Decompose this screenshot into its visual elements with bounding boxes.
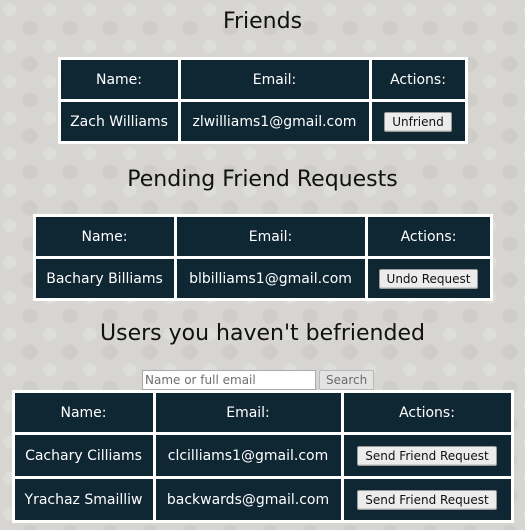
others-table: Name: Email: Actions: Cachary Cilliams c… bbox=[11, 390, 514, 523]
table-row: Bachary Billiams blbilliams1@gmail.com U… bbox=[32, 256, 493, 301]
search-input[interactable] bbox=[142, 370, 316, 390]
friends-table: Name: Email: Actions: Zach Williams zlwi… bbox=[57, 57, 468, 144]
table-row: Zach Williams zlwilliams1@gmail.com Unfr… bbox=[57, 99, 468, 144]
search-bar: Search bbox=[0, 370, 525, 390]
pending-section: Pending Friend Requests bbox=[0, 166, 525, 194]
pending-heading: Pending Friend Requests bbox=[127, 167, 398, 192]
pending-header-row: Name: Email: Actions: bbox=[32, 214, 493, 259]
table-row: Yrachaz Smailliw backwards@gmail.com Sen… bbox=[11, 476, 514, 523]
friends-heading: Friends bbox=[222, 9, 303, 34]
user-name: Yrachaz Smailliw bbox=[11, 476, 156, 523]
pending-name: Bachary Billiams bbox=[32, 256, 177, 301]
pending-header-email: Email: bbox=[173, 214, 368, 259]
others-heading: Users you haven't befriended bbox=[100, 321, 425, 346]
friends-section: Friends bbox=[0, 8, 525, 36]
friend-email: zlwilliams1@gmail.com bbox=[177, 99, 372, 144]
undo-request-button[interactable]: Undo Request bbox=[378, 268, 479, 289]
table-row: Cachary Cilliams clcilliams1@gmail.com S… bbox=[11, 432, 514, 479]
pending-table-wrap: Name: Email: Actions: Bachary Billiams b… bbox=[0, 214, 525, 301]
user-name: Cachary Cilliams bbox=[11, 432, 156, 479]
unfriend-button[interactable]: Unfriend bbox=[384, 111, 452, 132]
send-friend-request-button[interactable]: Send Friend Request bbox=[357, 445, 497, 466]
user-actions-cell: Send Friend Request bbox=[340, 476, 514, 523]
pending-actions-cell: Undo Request bbox=[364, 256, 493, 301]
friends-table-wrap: Name: Email: Actions: Zach Williams zlwi… bbox=[0, 57, 525, 144]
send-friend-request-button[interactable]: Send Friend Request bbox=[357, 489, 497, 510]
friend-name: Zach Williams bbox=[57, 99, 181, 144]
others-table-wrap: Name: Email: Actions: Cachary Cilliams c… bbox=[0, 390, 525, 523]
user-email: clcilliams1@gmail.com bbox=[152, 432, 344, 479]
friend-actions-cell: Unfriend bbox=[368, 99, 468, 144]
others-header-row: Name: Email: Actions: bbox=[11, 390, 514, 435]
search-button[interactable]: Search bbox=[319, 370, 375, 390]
user-email: backwards@gmail.com bbox=[152, 476, 344, 523]
friends-header-actions: Actions: bbox=[368, 57, 468, 102]
friends-header-email: Email: bbox=[177, 57, 372, 102]
friends-header-row: Name: Email: Actions: bbox=[57, 57, 468, 102]
user-actions-cell: Send Friend Request bbox=[340, 432, 514, 479]
pending-email: blbilliams1@gmail.com bbox=[173, 256, 368, 301]
pending-header-actions: Actions: bbox=[364, 214, 493, 259]
friends-header-name: Name: bbox=[57, 57, 181, 102]
others-header-actions: Actions: bbox=[340, 390, 514, 435]
others-header-email: Email: bbox=[152, 390, 344, 435]
others-section: Users you haven't befriended bbox=[0, 320, 525, 348]
pending-table: Name: Email: Actions: Bachary Billiams b… bbox=[32, 214, 493, 301]
pending-header-name: Name: bbox=[32, 214, 177, 259]
others-header-name: Name: bbox=[11, 390, 156, 435]
